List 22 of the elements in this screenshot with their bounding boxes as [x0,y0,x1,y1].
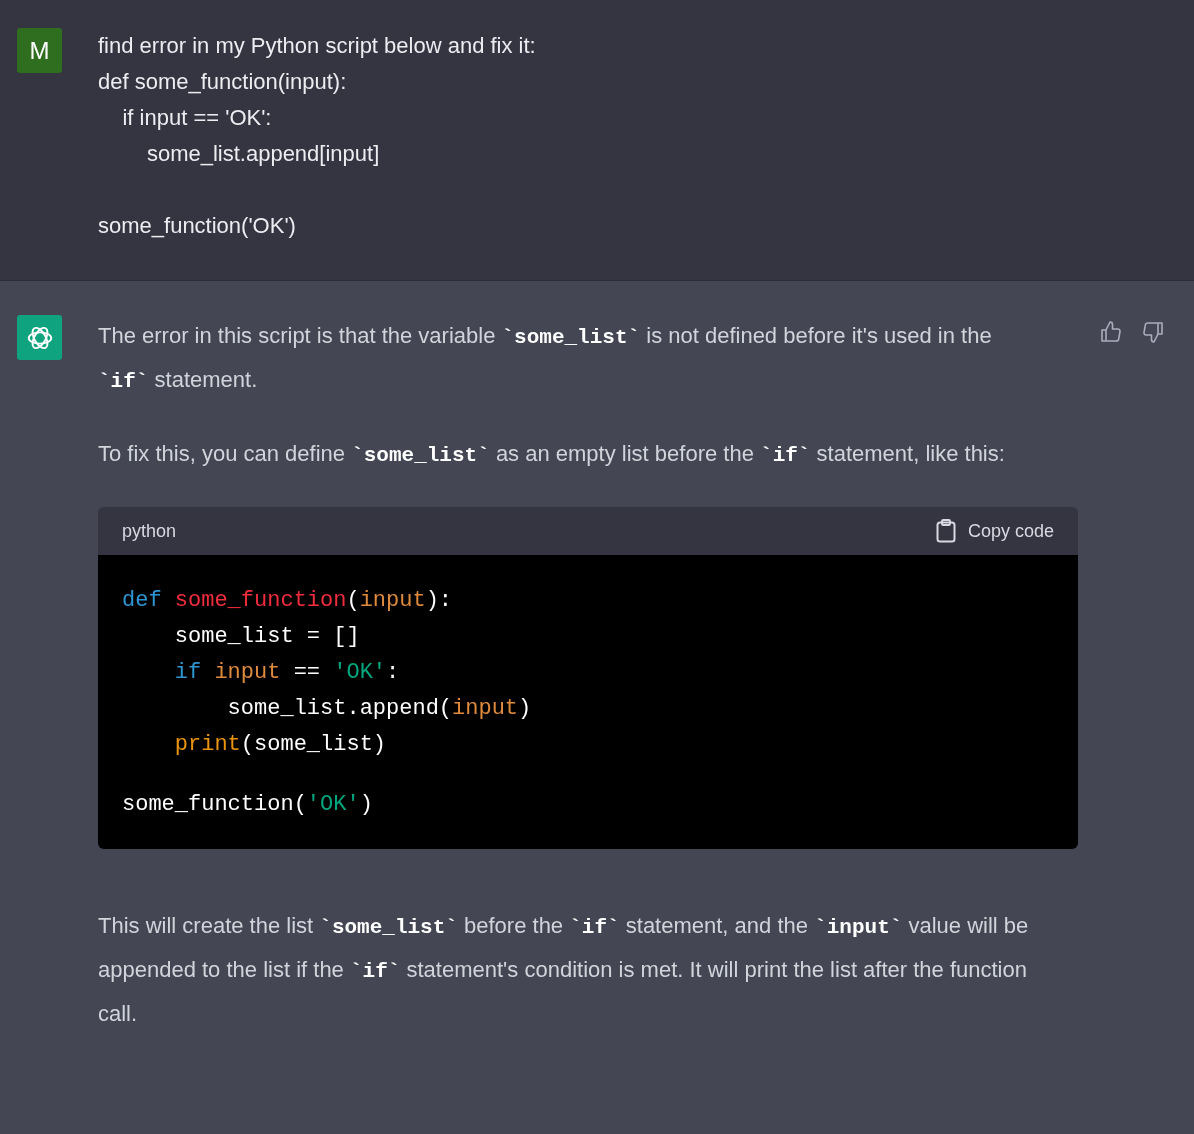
message-text-line: find error in my Python script below and fix it: [98,32,537,60]
paragraph: The error in this script is that the variable `some_list` is not defined before it's used in the `if` statement. [98,322,993,395]
code-line: some_function('OK') [122,791,374,819]
paragraph: This will create the list `some_list` before the `if` statement, and the `input` value will be appended to the list if the `if` statement's condition is met. It will print the list after the function call. [98,912,1030,1028]
message-text-line: some_function('OK') [98,212,297,240]
thumbs-up-button[interactable] [1098,319,1124,345]
paragraph: To fix this, you can define `some_list` as an empty list before the `if` statement, like this: [98,440,1006,469]
language-label: python [122,519,177,543]
user-avatar: M [17,28,62,73]
message-text-line: some_list.append[input] [145,140,381,168]
code-line: def some_function(input): [122,587,454,615]
thumbs-down-icon [1141,320,1165,345]
code-line: print(some_list) [173,731,388,759]
message-text-line: def some_function(input): [98,68,348,96]
thumbs-down-button[interactable] [1140,319,1166,345]
clipboard-icon [935,519,956,543]
thumbs-up-icon [1099,320,1123,345]
code-line: if input == 'OK': [173,659,401,687]
code-line: some_list.append(input) [226,695,533,723]
code-line: some_list = [] [173,623,361,651]
copy-code-button[interactable]: Copy code [935,517,1054,545]
message-text-line: if input == 'OK': [121,104,273,132]
